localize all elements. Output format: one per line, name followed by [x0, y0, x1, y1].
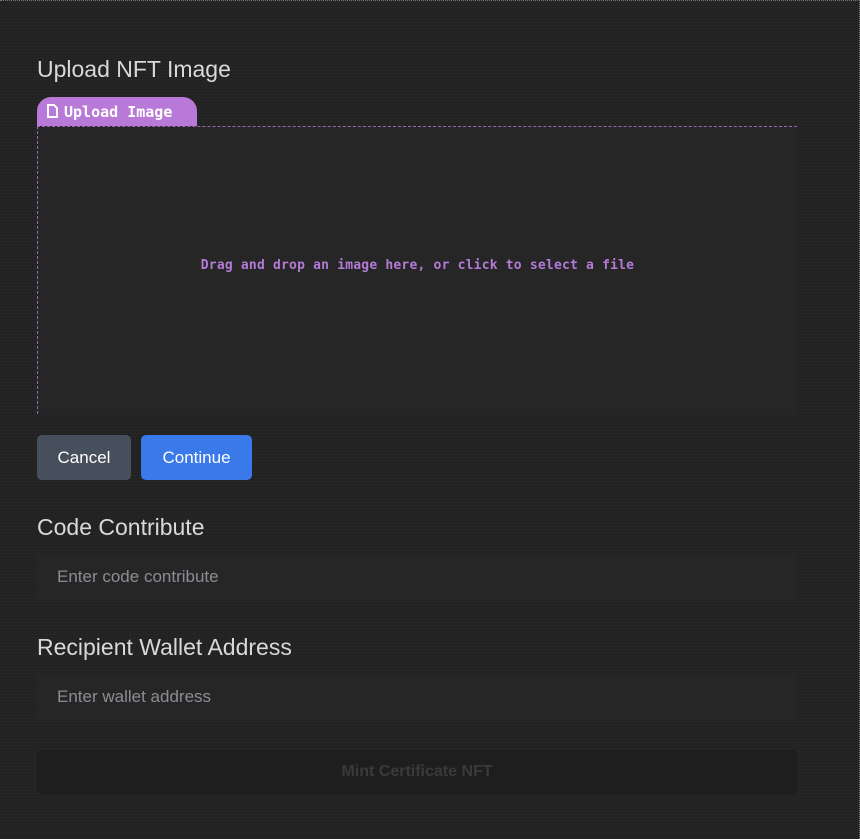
file-icon	[47, 104, 58, 118]
code-contribute-title: Code Contribute	[37, 514, 205, 540]
continue-button[interactable]: Continue	[141, 435, 252, 480]
dropzone-instruction: Drag and drop an image here, or click to…	[200, 258, 635, 273]
cancel-button[interactable]: Cancel	[37, 435, 131, 480]
upload-image-tab[interactable]: Upload Image	[37, 97, 197, 127]
code-contribute-input[interactable]	[37, 554, 797, 600]
upload-section-title: Upload NFT Image	[37, 56, 231, 82]
mint-certificate-button[interactable]: Mint Certificate NFT	[37, 750, 797, 794]
upload-tab-label: Upload Image	[64, 103, 173, 121]
wallet-address-input[interactable]	[37, 674, 797, 720]
image-dropzone[interactable]: Drag and drop an image here, or click to…	[37, 126, 797, 414]
wallet-address-title: Recipient Wallet Address	[37, 634, 292, 660]
